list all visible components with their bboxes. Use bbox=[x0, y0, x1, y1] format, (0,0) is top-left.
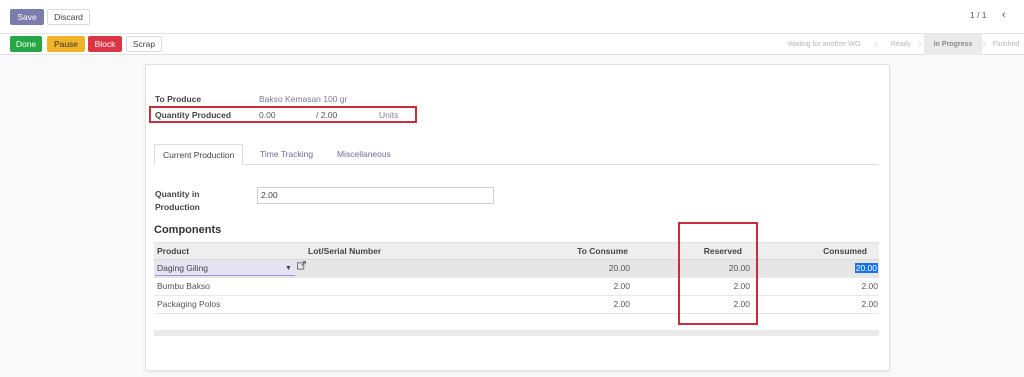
tab-current-production[interactable]: Current Production bbox=[154, 144, 244, 165]
header-product[interactable]: Product bbox=[157, 243, 189, 260]
to-consume-cell: 2.00 bbox=[613, 281, 630, 291]
done-button[interactable]: Done bbox=[10, 36, 42, 52]
product-cell: Packaging Polos bbox=[157, 299, 221, 309]
table-header: Product Lot/Serial Number To Consume Res… bbox=[154, 242, 879, 260]
qty-in-production-input[interactable]: 2.00 bbox=[257, 187, 494, 204]
to-consume-cell: 2.00 bbox=[613, 299, 630, 309]
qty-in-production-label-1: Quantity in bbox=[155, 189, 200, 199]
to-consume-cell: 20.00 bbox=[608, 263, 630, 273]
chevron-left-icon[interactable]: ‹ bbox=[1002, 9, 1006, 21]
chevron-right-icon: › bbox=[874, 37, 878, 51]
pause-button[interactable]: Pause bbox=[47, 36, 85, 52]
chevron-right-icon: › bbox=[918, 37, 922, 51]
save-button[interactable]: Save bbox=[10, 9, 44, 25]
components-title: Components bbox=[154, 224, 222, 236]
notebook-tabs: Current Production Time Tracking Miscell… bbox=[154, 144, 878, 165]
stage-ready[interactable]: Ready bbox=[882, 34, 920, 55]
stage-waiting[interactable]: Waiting for another WO bbox=[772, 34, 876, 55]
qty-in-production-label-2: Production bbox=[155, 202, 200, 212]
control-panel: Save Discard 1 / 1 ‹ bbox=[0, 0, 1024, 34]
table-row[interactable]: Bumbu Bakso 2.00 2.00 2.00 bbox=[154, 278, 879, 296]
header-lot[interactable]: Lot/Serial Number bbox=[308, 243, 381, 260]
to-produce-value[interactable]: Bakso Kemasan 100 gr bbox=[259, 94, 347, 104]
product-cell: Bumbu Bakso bbox=[157, 281, 210, 291]
consumed-cell[interactable]: 2.00 bbox=[754, 278, 878, 295]
to-produce-label: To Produce bbox=[155, 94, 202, 104]
block-button[interactable]: Block bbox=[88, 36, 122, 52]
tab-time-tracking[interactable]: Time Tracking bbox=[260, 144, 313, 165]
annotation-box-quantity bbox=[149, 106, 417, 123]
header-to-consume[interactable]: To Consume bbox=[534, 243, 628, 260]
table-row[interactable]: Packaging Polos 2.00 2.00 2.00 bbox=[154, 296, 879, 314]
stage-finished[interactable]: Finished bbox=[988, 34, 1024, 55]
caret-down-icon[interactable]: ▼ bbox=[285, 262, 292, 275]
consumed-cell[interactable]: 20.00 bbox=[754, 260, 878, 277]
external-link-icon[interactable] bbox=[297, 261, 306, 270]
tab-miscellaneous[interactable]: Miscellaneous bbox=[337, 144, 391, 165]
status-bar: Done Pause Block Scrap Waiting for anoth… bbox=[0, 34, 1024, 55]
discard-button[interactable]: Discard bbox=[47, 9, 90, 25]
table-row[interactable]: Daging Giling ▼ 20.00 20.00 20.00 bbox=[154, 260, 879, 278]
header-consumed[interactable]: Consumed bbox=[754, 243, 867, 260]
chevron-right-icon: › bbox=[982, 37, 986, 51]
table-footer bbox=[154, 330, 879, 336]
consumed-input[interactable]: 20.00 bbox=[854, 263, 878, 273]
product-value: Daging Giling bbox=[157, 263, 209, 273]
consumed-cell[interactable]: 2.00 bbox=[754, 296, 878, 313]
scrap-button[interactable]: Scrap bbox=[126, 36, 162, 52]
product-select[interactable]: Daging Giling ▼ bbox=[155, 262, 295, 276]
stage-in-progress[interactable]: In Progress bbox=[924, 34, 982, 55]
annotation-box-reserved bbox=[678, 222, 758, 325]
pager-value[interactable]: 1 / 1 bbox=[970, 10, 987, 20]
